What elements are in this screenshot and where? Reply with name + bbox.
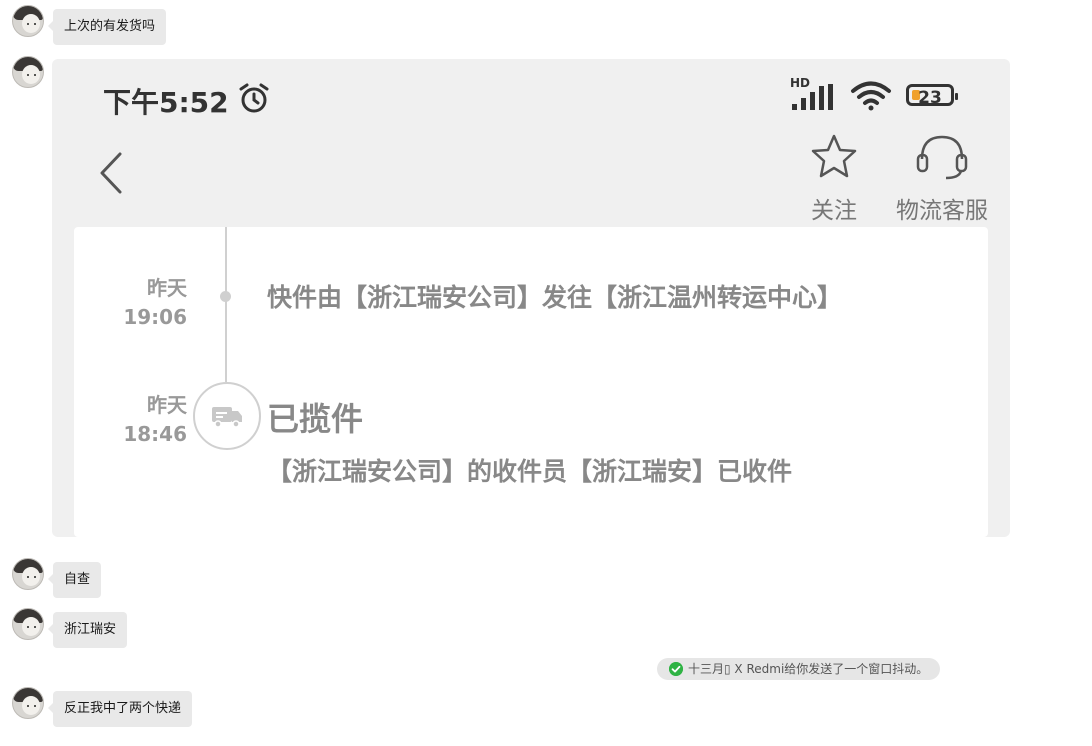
shared-screenshot[interactable]: 下午5:52 HD 23 关注 物流客服 昨天 19:06 快件由【浙江瑞安公司…	[52, 59, 1010, 537]
avatar[interactable]	[12, 608, 44, 640]
avatar-face	[22, 14, 40, 33]
event-description: 【浙江瑞安公司】的收件员【浙江瑞安】已收件	[267, 457, 793, 486]
wifi-icon	[851, 81, 891, 111]
avatar-face	[22, 567, 40, 586]
status-time: 下午5:52	[103, 86, 229, 119]
event-day: 昨天	[147, 393, 187, 417]
window-shake-notice: 十三月▯ X Redmi给你发送了一个窗口抖动。	[657, 658, 940, 680]
avatar[interactable]	[12, 687, 44, 719]
logistics-service-label: 物流客服	[896, 198, 988, 224]
avatar-eye	[27, 576, 29, 578]
avatar-eye	[34, 74, 36, 76]
follow-label: 关注	[811, 198, 857, 224]
avatar-face	[22, 65, 40, 84]
tracking-timeline: 昨天 19:06 快件由【浙江瑞安公司】发往【浙江温州转运中心】 昨天 18:4…	[74, 227, 988, 537]
avatar-eye	[34, 705, 36, 707]
back-arrow-icon[interactable]	[98, 151, 124, 195]
avatar-eye	[34, 23, 36, 25]
message-bubble[interactable]: 反正我中了两个快递	[47, 691, 193, 727]
event-time: 18:46	[123, 422, 187, 446]
avatar[interactable]	[12, 56, 44, 88]
avatar-eye	[27, 23, 29, 25]
avatar[interactable]	[12, 558, 44, 590]
event-status: 已揽件	[267, 400, 364, 438]
event-description: 快件由【浙江瑞安公司】发往【浙江温州转运中心】	[267, 283, 843, 312]
event-day: 昨天	[147, 276, 187, 300]
follow-button[interactable]: 关注	[808, 133, 860, 225]
avatar-eye	[34, 626, 36, 628]
avatar-face	[22, 617, 40, 636]
message-bubble[interactable]: 上次的有发货吗	[47, 9, 167, 45]
avatar-eye	[34, 576, 36, 578]
event-date: 昨天 19:06	[112, 274, 187, 332]
notice-text: 十三月▯ X Redmi给你发送了一个窗口抖动。	[688, 662, 929, 676]
status-icons: HD 23	[790, 76, 958, 111]
check-icon	[669, 662, 683, 676]
battery-level: 23	[918, 88, 942, 108]
battery-icon: 23	[906, 84, 958, 108]
alarm-clock-icon	[239, 83, 269, 113]
logistics-service-button[interactable]: 物流客服	[890, 133, 994, 225]
headset-icon	[916, 135, 968, 180]
star-icon	[811, 134, 857, 178]
timeline-node	[193, 382, 261, 450]
avatar[interactable]	[12, 5, 44, 37]
timeline-line	[225, 227, 227, 382]
avatar-eye	[27, 705, 29, 707]
timeline-dot	[220, 291, 231, 302]
truck-icon	[212, 407, 242, 428]
avatar-eye	[27, 74, 29, 76]
avatar-eye	[27, 626, 29, 628]
signal-icon: HD	[790, 76, 836, 110]
event-date: 昨天 18:46	[112, 391, 187, 449]
avatar-face	[22, 696, 40, 715]
message-bubble[interactable]: 浙江瑞安	[47, 612, 128, 648]
event-time: 19:06	[123, 305, 187, 329]
message-bubble[interactable]: 自查	[47, 562, 102, 598]
